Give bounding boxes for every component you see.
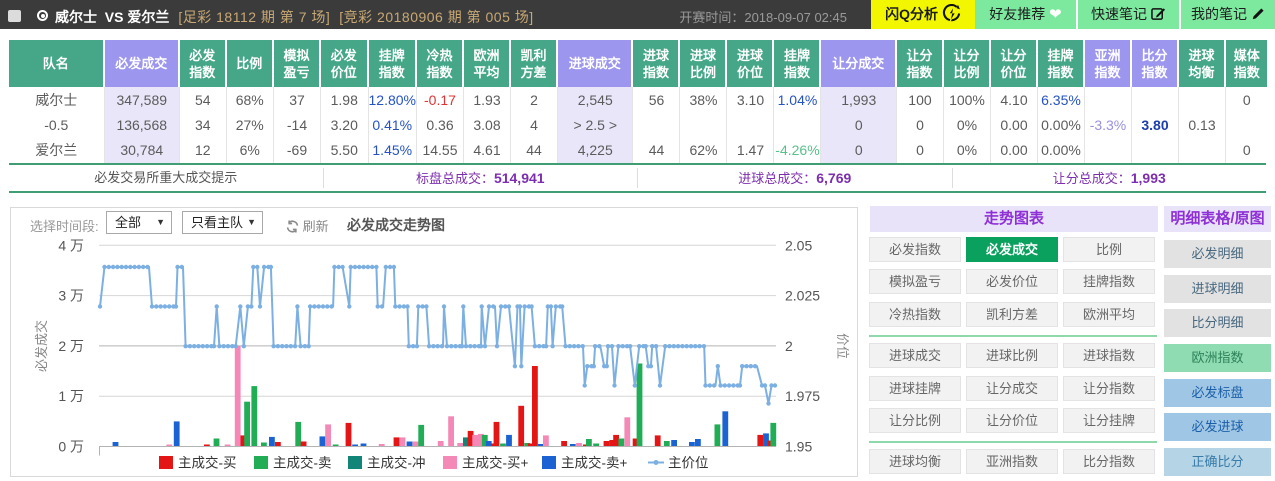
svg-text:1 万: 1 万 <box>58 388 84 404</box>
svg-text:3 万: 3 万 <box>58 288 84 304</box>
svg-text:必发成交: 必发成交 <box>34 320 49 372</box>
svg-text:价位: 价位 <box>835 333 850 359</box>
svg-text:1.95: 1.95 <box>785 439 812 455</box>
svg-text:主成交-卖: 主成交-卖 <box>273 455 332 471</box>
svg-text:主成交-买+: 主成交-买+ <box>462 455 528 471</box>
svg-text:2.025: 2.025 <box>785 288 820 304</box>
svg-text:2 万: 2 万 <box>58 338 84 354</box>
svg-text:4 万: 4 万 <box>58 237 84 253</box>
svg-text:主成交-买: 主成交-买 <box>178 455 237 471</box>
svg-text:1.975: 1.975 <box>785 388 820 404</box>
svg-text:主成交-冲: 主成交-冲 <box>367 455 426 471</box>
svg-text:主价位: 主价位 <box>668 456 709 471</box>
svg-text:2.05: 2.05 <box>785 237 812 253</box>
svg-text:主成交-卖+: 主成交-卖+ <box>561 455 627 471</box>
svg-text:2: 2 <box>785 338 793 354</box>
svg-text:0 万: 0 万 <box>58 439 84 455</box>
